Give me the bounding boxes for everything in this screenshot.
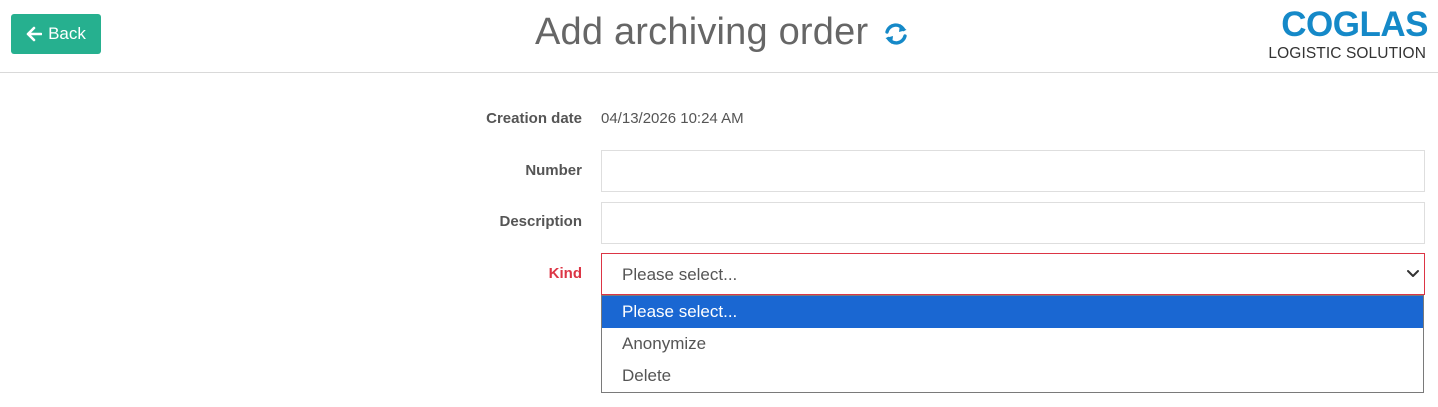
description-label: Description xyxy=(499,213,582,230)
kind-label: Kind xyxy=(548,265,582,282)
back-button-label: Back xyxy=(48,24,86,43)
kind-option-delete[interactable]: Delete xyxy=(602,360,1423,392)
description-input[interactable] xyxy=(601,202,1425,244)
logo-main: COGLAS xyxy=(1281,5,1428,44)
refresh-icon[interactable] xyxy=(882,20,910,48)
kind-option-please-select[interactable]: Please select... xyxy=(602,296,1423,328)
logo-sub: LOGISTIC SOLUTION xyxy=(1268,45,1426,62)
page-title: Add archiving order xyxy=(535,11,869,53)
kind-select-value: Please select... xyxy=(622,265,738,284)
creation-date-label: Creation date xyxy=(486,110,582,127)
number-input[interactable] xyxy=(601,150,1425,192)
chevron-down-icon xyxy=(1407,270,1419,277)
kind-option-anonymize[interactable]: Anonymize xyxy=(602,328,1423,360)
number-label: Number xyxy=(525,162,582,179)
arrow-left-icon xyxy=(26,26,43,42)
logo: COGLAS LOGISTIC SOLUTION xyxy=(1268,5,1428,66)
kind-select[interactable]: Please select... xyxy=(601,253,1425,295)
header: Back Add archiving order COGLAS LOGISTIC… xyxy=(0,0,1438,73)
kind-dropdown-list: Please select... Anonymize Delete xyxy=(601,295,1424,393)
back-button[interactable]: Back xyxy=(11,14,101,54)
creation-date-value: 04/13/2026 10:24 AM xyxy=(601,110,744,127)
